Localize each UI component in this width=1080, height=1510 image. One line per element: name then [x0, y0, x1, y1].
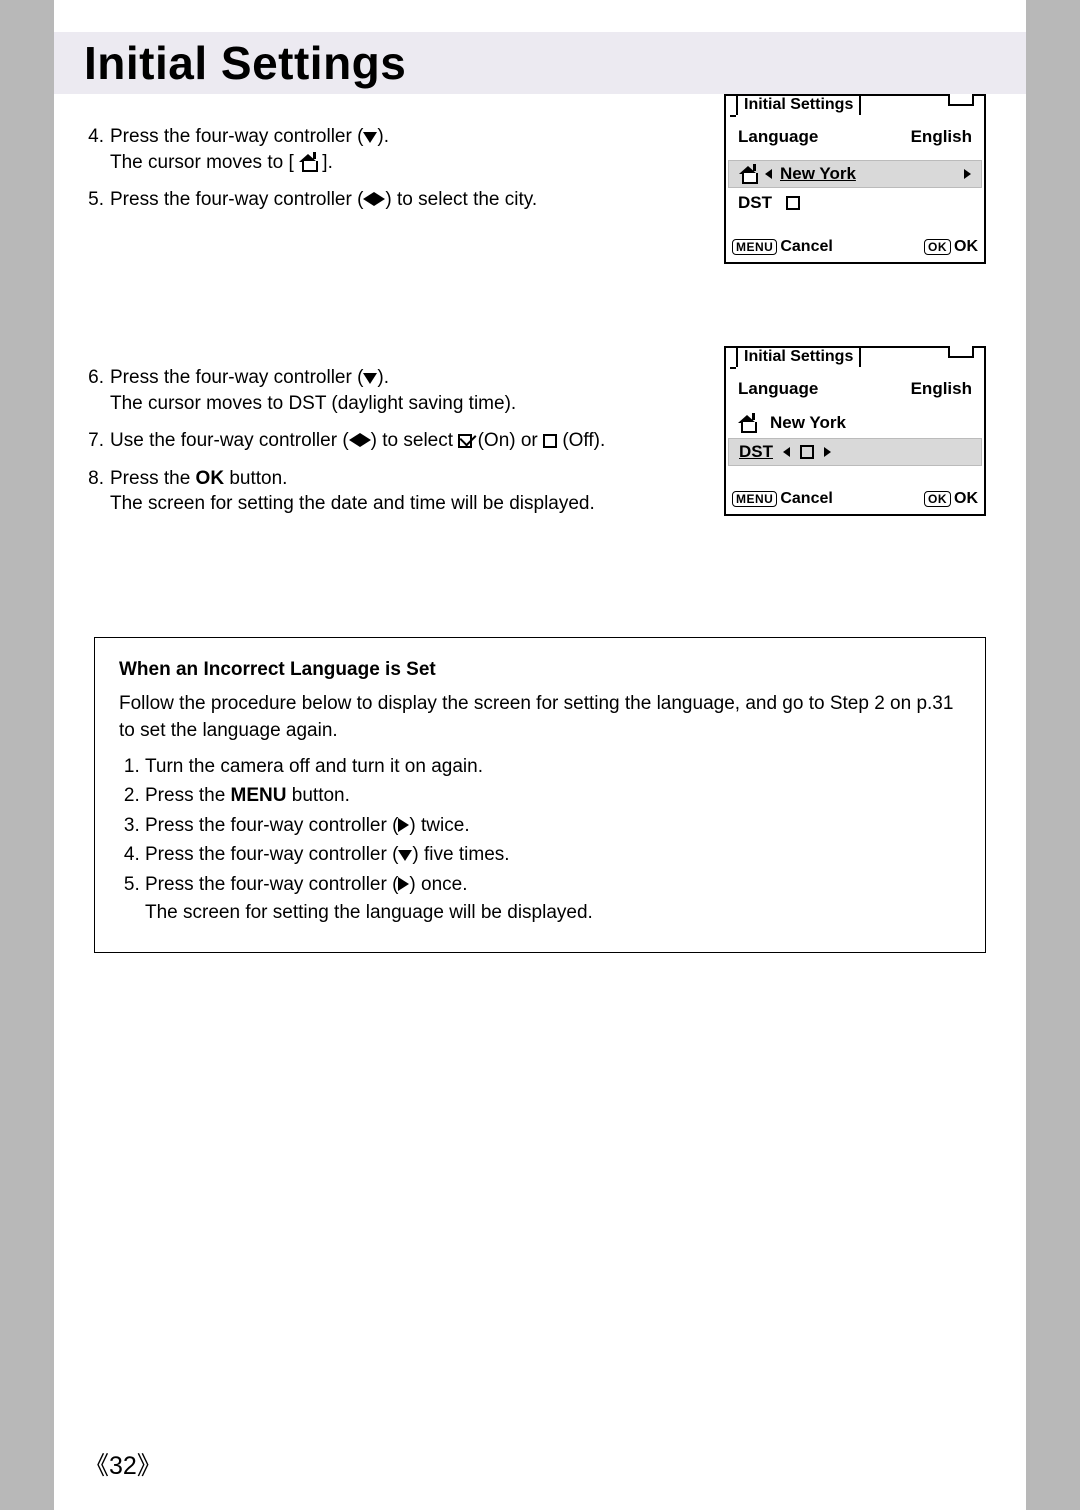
triangle-left-icon-2 — [783, 447, 790, 457]
lcd-city-value-2: New York — [770, 413, 846, 433]
triangle-right-icon — [398, 818, 409, 832]
lcd-city-value: New York — [780, 164, 856, 184]
incorrect-language-callout: When an Incorrect Language is Set Follow… — [94, 637, 986, 953]
step-number: 4. — [84, 124, 110, 150]
content-area: 4.Press the four-way controller ().The c… — [54, 94, 1026, 953]
home-icon — [739, 166, 757, 182]
triangle-right-icon — [964, 169, 971, 179]
callout-list: Turn the camera off and turn it on again… — [119, 753, 961, 926]
callout-list-item: Turn the camera off and turn it on again… — [145, 753, 961, 781]
lcd-footer-2: MENUCancel OKOK — [726, 486, 984, 514]
lcd-tab-title-2: Initial Settings — [736, 346, 861, 367]
lcd-cancel-label: Cancel — [780, 238, 832, 256]
step-text: Use the four-way controller () to select… — [110, 428, 694, 454]
lcd-language-label-2: Language — [738, 379, 818, 399]
title-band: Initial Settings — [54, 32, 1026, 94]
callout-intro: Follow the procedure below to display th… — [119, 690, 961, 745]
manual-page: Initial Settings 4.Press the four-way co… — [54, 0, 1026, 1510]
step-number: 8. — [84, 466, 110, 492]
triangle-left-icon — [765, 169, 772, 179]
ok-bold-label: OK — [196, 468, 225, 489]
callout-list-item: Press the four-way controller () twice. — [145, 812, 961, 840]
page-number: 《32》 — [84, 1446, 162, 1482]
step-text: Press the OK button.The screen for setti… — [110, 466, 694, 517]
lcd-notch — [948, 94, 974, 106]
lcd-notch-2 — [948, 346, 974, 358]
step-text: Press the four-way controller () to sele… — [110, 187, 694, 213]
callout-list-item: Press the four-way controller () once.Th… — [145, 871, 961, 926]
callout-list-item: Press the MENU button. — [145, 782, 961, 810]
lcd-ok-label-2: OK — [954, 490, 978, 508]
checkbox-empty-icon — [543, 434, 557, 448]
checkbox-empty-icon — [786, 196, 800, 210]
lcd-row-dst-selected: DST — [728, 438, 982, 466]
checkbox-empty-icon-2 — [800, 445, 814, 459]
triangle-down-icon — [363, 132, 377, 143]
menu-bold-label: MENU — [231, 785, 287, 806]
lcd-language-value: English — [911, 127, 972, 147]
page-title: Initial Settings — [84, 36, 1026, 90]
menu-box-icon: MENU — [732, 239, 777, 255]
checkbox-checked-icon — [458, 434, 472, 448]
lcd-footer: MENUCancel OKOK — [726, 234, 984, 262]
step-text: Press the four-way controller ().The cur… — [110, 365, 694, 416]
lcd-language-value-2: English — [911, 379, 972, 399]
lcd-row-dst: DST — [736, 190, 974, 216]
lcd-cancel-label-2: Cancel — [780, 490, 832, 508]
triangle-right-icon-2 — [824, 447, 831, 457]
steps-column: 4.Press the four-way controller ().The c… — [84, 124, 694, 213]
instruction-step: 5.Press the four-way controller () to se… — [84, 187, 694, 213]
instruction-step: 8.Press the OK button.The screen for set… — [84, 466, 694, 517]
lcd-screen-dst: Initial Settings Language English New Yo… — [724, 346, 986, 516]
lcd-row-city-2: New York — [736, 410, 974, 436]
menu-box-icon-2: MENU — [732, 491, 777, 507]
home-icon — [299, 154, 317, 170]
step-number: 6. — [84, 365, 110, 391]
callout-title: When an Incorrect Language is Set — [119, 656, 961, 684]
instruction-step: 6.Press the four-way controller ().The c… — [84, 365, 694, 416]
triangle-left-icon — [349, 433, 360, 447]
steps-column-b: 6.Press the four-way controller ().The c… — [84, 365, 694, 517]
callout-list-item: Press the four-way controller () five ti… — [145, 841, 961, 869]
ok-box-icon-2: OK — [924, 491, 951, 507]
lcd-dst-label-2: DST — [739, 442, 773, 462]
lcd-row-language: Language English — [736, 124, 974, 150]
lcd-ok-label: OK — [954, 238, 978, 256]
triangle-right-icon — [374, 192, 385, 206]
triangle-left-icon — [363, 192, 374, 206]
ok-box-icon: OK — [924, 239, 951, 255]
step-text: Press the four-way controller ().The cur… — [110, 124, 694, 175]
triangle-right-icon — [360, 433, 371, 447]
triangle-down-icon — [398, 850, 412, 861]
triangle-down-icon — [363, 373, 377, 384]
lcd-tab-title: Initial Settings — [736, 94, 861, 115]
lcd-dst-label: DST — [738, 193, 772, 213]
lcd-row-city-selected: New York — [728, 160, 982, 188]
step-number: 5. — [84, 187, 110, 213]
home-icon-2 — [738, 415, 756, 431]
instruction-step: 7.Use the four-way controller () to sele… — [84, 428, 694, 454]
instruction-step: 4.Press the four-way controller ().The c… — [84, 124, 694, 175]
lcd-screen-city: Initial Settings Language English New Yo… — [724, 94, 986, 264]
lcd-row-language-2: Language English — [736, 376, 974, 402]
triangle-right-icon — [398, 877, 409, 891]
lcd-language-label: Language — [738, 127, 818, 147]
step-number: 7. — [84, 428, 110, 454]
